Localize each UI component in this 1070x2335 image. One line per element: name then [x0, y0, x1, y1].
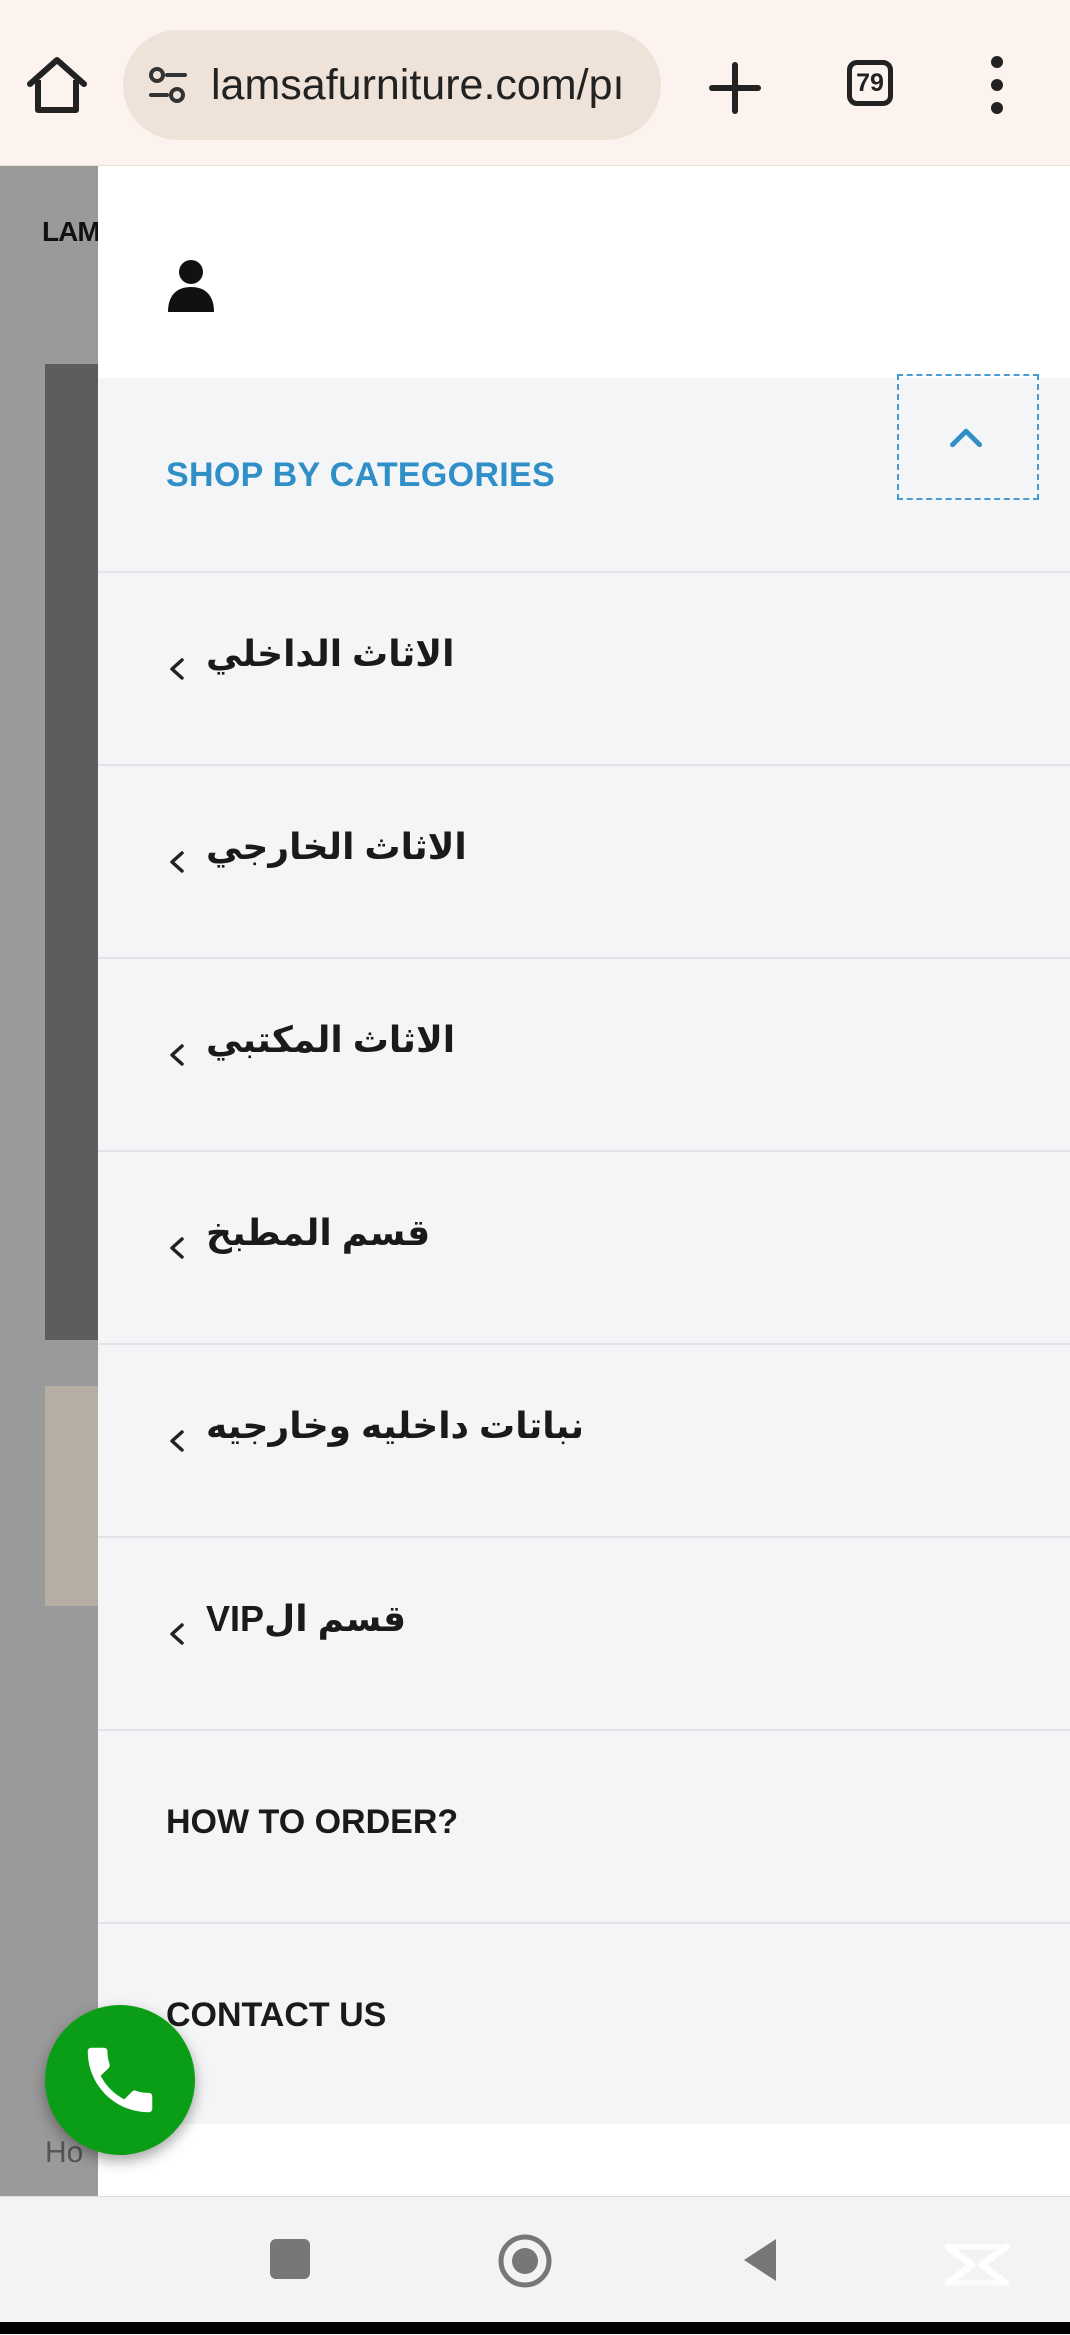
drawer-footer: [98, 2124, 1070, 2196]
recents-button[interactable]: [270, 2239, 310, 2279]
menu-item-indoor-furniture[interactable]: الاثاث الداخلي: [98, 571, 1070, 766]
menu-link-how-to-order[interactable]: HOW TO ORDER?: [98, 1729, 1070, 1924]
menu-item-label: قسم الVIP: [206, 1598, 407, 1639]
phone-icon: [87, 2047, 153, 2113]
categories-header[interactable]: SHOP BY CATEGORIES: [98, 374, 1070, 573]
navigation-drawer: SHOP BY CATEGORIES الاثاث الداخلي الاثاث…: [98, 166, 1070, 2196]
url-text[interactable]: lamsafurniture.com/pı: [211, 56, 651, 114]
chevron-left-icon: [170, 658, 184, 680]
screen-edge: [0, 2322, 1070, 2334]
tune-icon[interactable]: [147, 64, 189, 106]
menu-item-vip[interactable]: قسم الVIP: [98, 1536, 1070, 1731]
category-menu: SHOP BY CATEGORIES الاثاث الداخلي الاثاث…: [98, 374, 1070, 2124]
tab-switcher-button[interactable]: 79: [847, 60, 893, 106]
menu-link-contact-us[interactable]: CONTACT US: [98, 1922, 1070, 2124]
collapse-button[interactable]: [897, 374, 1039, 500]
call-button[interactable]: [45, 2005, 195, 2155]
menu-item-outdoor-furniture[interactable]: الاثاث الخارجي: [98, 764, 1070, 959]
product-image: [45, 1386, 100, 1606]
chevron-left-icon: [170, 851, 184, 873]
menu-item-label: الاثاث الداخلي: [206, 633, 455, 674]
back-nav-icon[interactable]: [738, 2235, 780, 2285]
chevron-up-icon: [950, 428, 983, 448]
page-overlay[interactable]: LAM Ho: [0, 166, 100, 2196]
plus-icon[interactable]: [702, 55, 768, 121]
address-bar[interactable]: lamsafurniture.com/pı: [123, 30, 661, 140]
menu-link-label: CONTACT US: [166, 1996, 387, 2034]
menu-item-label: الاثاث المكتبي: [206, 1019, 456, 1060]
menu-item-plants[interactable]: نباتات داخليه وخارجيه: [98, 1343, 1070, 1538]
watermark-icon: [944, 2243, 1010, 2287]
chevron-left-icon: [170, 1623, 184, 1645]
site-logo: LAM: [42, 216, 100, 247]
home-icon[interactable]: [22, 50, 92, 120]
browser-toolbar: lamsafurniture.com/pı 79: [0, 0, 1070, 166]
menu-item-kitchen[interactable]: قسم المطبخ: [98, 1150, 1070, 1345]
menu-item-office-furniture[interactable]: الاثاث المكتبي: [98, 957, 1070, 1152]
categories-title: SHOP BY CATEGORIES: [166, 456, 555, 494]
chevron-left-icon: [170, 1430, 184, 1452]
menu-item-label: الاثاث الخارجي: [206, 826, 467, 867]
hero-image: [45, 364, 100, 1340]
system-nav-bar: [0, 2196, 1070, 2335]
chevron-left-icon: [170, 1044, 184, 1066]
home-nav-icon[interactable]: [496, 2232, 554, 2290]
menu-item-label: نباتات داخليه وخارجيه: [206, 1405, 584, 1446]
menu-item-label: قسم المطبخ: [206, 1212, 431, 1253]
user-icon[interactable]: [166, 258, 216, 312]
chevron-left-icon: [170, 1237, 184, 1259]
menu-link-label: HOW TO ORDER?: [166, 1803, 459, 1841]
drawer-header: [98, 166, 1070, 378]
more-vert-icon[interactable]: [985, 52, 1009, 118]
